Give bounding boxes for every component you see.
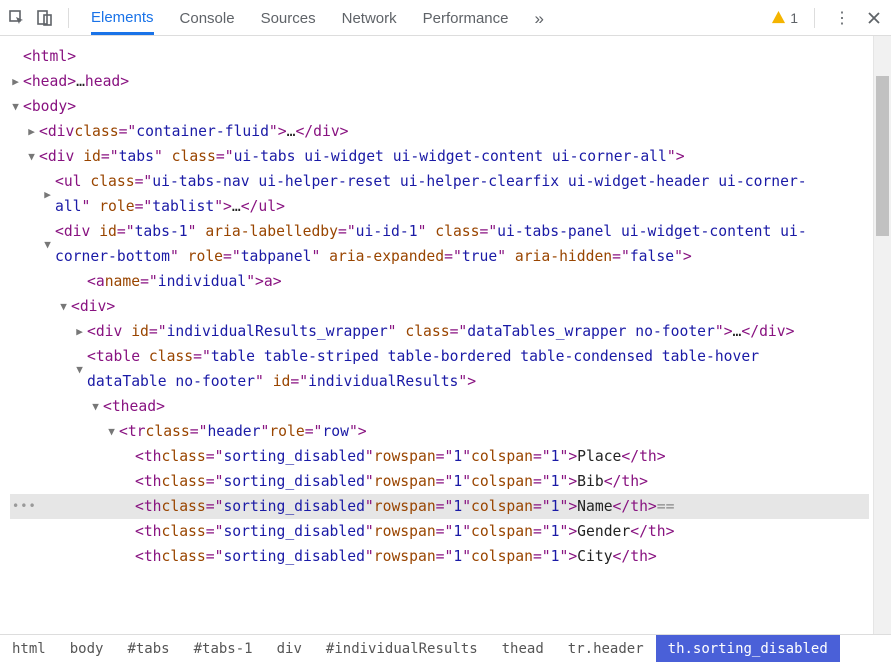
dom-node-th[interactable]: <th class="sorting_disabled" rowspan="1"…: [10, 519, 869, 544]
kebab-menu-icon[interactable]: ⋮: [831, 7, 853, 29]
equality-marker: ==: [657, 494, 675, 519]
warnings-count: 1: [790, 10, 798, 26]
breadcrumb-item[interactable]: body: [58, 635, 116, 662]
dom-node[interactable]: ▼<div id="tabs-1" aria-labelledby="ui-id…: [10, 219, 869, 269]
dom-node[interactable]: <a name="individual">a>: [10, 269, 869, 294]
vertical-scrollbar[interactable]: [873, 36, 891, 634]
dom-tree[interactable]: <html>▶<head>…head>▼<body>▶<div class="c…: [0, 36, 873, 634]
breadcrumb-item[interactable]: thead: [490, 635, 556, 662]
breadcrumb-item[interactable]: tr.header: [556, 635, 656, 662]
dom-node[interactable]: ▶<ul class="ui-tabs-nav ui-helper-reset …: [10, 169, 869, 219]
toolbar-separator: [68, 8, 69, 28]
dom-node[interactable]: ▼<table class="table table-striped table…: [10, 344, 869, 394]
dom-node[interactable]: ▼<div>: [10, 294, 869, 319]
dom-node[interactable]: ▼<body>: [10, 94, 869, 119]
devtools-toolbar: Elements Console Sources Network Perform…: [0, 0, 891, 36]
elements-panel: <html>▶<head>…head>▼<body>▶<div class="c…: [0, 36, 891, 634]
dom-node-th[interactable]: •••<th class="sorting_disabled" rowspan=…: [10, 494, 869, 519]
warning-icon: [771, 10, 786, 25]
selected-node-gutter-icon: •••: [10, 494, 37, 519]
tab-network[interactable]: Network: [342, 2, 397, 33]
breadcrumb-item[interactable]: th.sorting_disabled: [656, 635, 840, 662]
dom-node-th[interactable]: <th class="sorting_disabled" rowspan="1"…: [10, 469, 869, 494]
dom-node-th[interactable]: <th class="sorting_disabled" rowspan="1"…: [10, 444, 869, 469]
breadcrumb-item[interactable]: #tabs: [115, 635, 181, 662]
dom-node[interactable]: ▼<thead>: [10, 394, 869, 419]
devtools-tabs: Elements Console Sources Network Perform…: [81, 1, 765, 35]
scrollbar-thumb[interactable]: [876, 76, 889, 236]
tab-sources[interactable]: Sources: [261, 2, 316, 33]
breadcrumb-item[interactable]: #tabs-1: [182, 635, 265, 662]
breadcrumb-item[interactable]: div: [265, 635, 314, 662]
dom-node[interactable]: ▶<head>…head>: [10, 69, 869, 94]
dom-node[interactable]: <html>: [10, 44, 869, 69]
dom-node[interactable]: ▼<div id="tabs" class="ui-tabs ui-widget…: [10, 144, 869, 169]
dom-node[interactable]: ▼<tr class="header" role="row">: [10, 419, 869, 444]
breadcrumb-item[interactable]: #individualResults: [314, 635, 490, 662]
tabs-overflow[interactable]: »: [535, 1, 544, 35]
inspect-element-icon[interactable]: [6, 7, 28, 29]
close-icon[interactable]: [863, 7, 885, 29]
breadcrumb-item[interactable]: html: [0, 635, 58, 662]
dom-breadcrumb: htmlbody#tabs#tabs-1div#individualResult…: [0, 634, 891, 662]
toolbar-separator: [814, 8, 815, 28]
dom-node-th[interactable]: <th class="sorting_disabled" rowspan="1"…: [10, 544, 869, 569]
tab-elements[interactable]: Elements: [91, 1, 154, 35]
tab-performance[interactable]: Performance: [423, 2, 509, 33]
warnings-badge[interactable]: 1: [771, 10, 798, 26]
toolbar-right: 1 ⋮: [771, 7, 885, 29]
device-toolbar-icon[interactable]: [34, 7, 56, 29]
tab-console[interactable]: Console: [180, 2, 235, 33]
dom-node[interactable]: ▶<div id="individualResults_wrapper" cla…: [10, 319, 869, 344]
dom-node[interactable]: ▶<div class="container-fluid">…</div>: [10, 119, 869, 144]
